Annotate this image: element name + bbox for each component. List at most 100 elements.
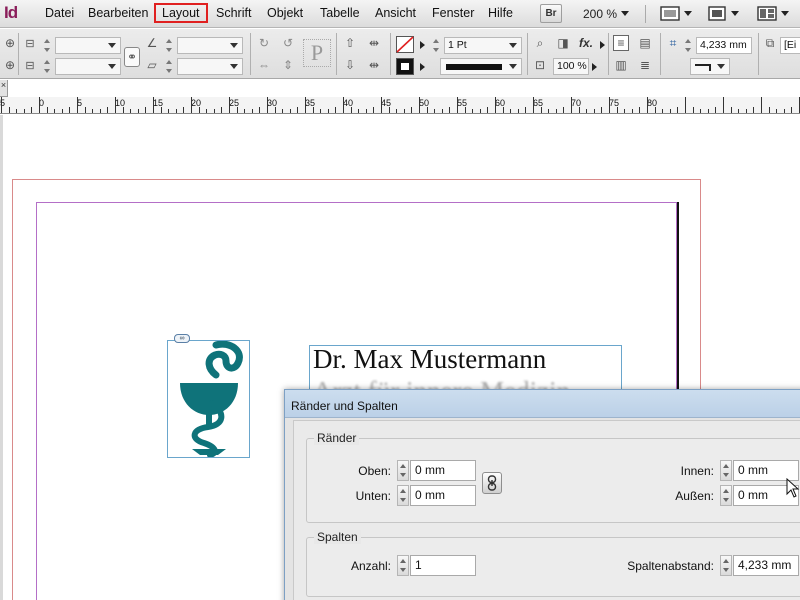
logo-image-frame[interactable] — [167, 340, 250, 458]
top-margin-stepper[interactable] — [397, 460, 409, 481]
bridge-button[interactable]: Br — [540, 4, 562, 23]
align-center-icon[interactable]: ▥ — [613, 57, 629, 73]
ruler-tick — [335, 107, 337, 113]
column-gutter-icon: ⌗ — [669, 35, 677, 50]
ruler-tick — [259, 107, 261, 113]
bottom-margin-field[interactable]: 0 mm — [410, 485, 476, 506]
column-gutter-field[interactable]: 4,233 mm — [733, 555, 799, 576]
select-content-icon[interactable]: ⇩ — [342, 57, 358, 73]
rotate-ccw-icon[interactable]: ↺ — [280, 35, 296, 51]
ruler-tick — [130, 109, 132, 113]
chevron-right-icon[interactable] — [600, 41, 605, 49]
inside-margin-stepper[interactable] — [720, 460, 732, 481]
menu-fenster[interactable]: Fenster — [432, 6, 474, 20]
ruler-tick — [274, 107, 276, 113]
menu-tabelle[interactable]: Tabelle — [320, 6, 360, 20]
reference-point-icon[interactable]: ⊕ — [2, 35, 18, 51]
corner-shape-dropdown[interactable] — [690, 58, 730, 75]
ruler-tick — [783, 109, 785, 113]
text-wrap-none-icon[interactable]: ≡ — [613, 35, 629, 51]
drop-shadow-icon[interactable]: ◨ — [555, 35, 571, 51]
arrange-documents-dropdown[interactable] — [757, 4, 789, 23]
shear-stepper[interactable] — [165, 58, 174, 75]
constrain-proportions-icon[interactable]: ⚭ — [124, 47, 140, 67]
ruler-tick — [191, 97, 192, 113]
menu-schrift[interactable]: Schrift — [216, 6, 251, 20]
align-distribute-icon[interactable]: ≣ — [637, 57, 653, 73]
chevron-right-icon[interactable] — [592, 63, 597, 71]
shear-angle-field[interactable] — [177, 58, 243, 75]
ruler-tick — [168, 109, 170, 113]
rotate-angle-field[interactable] — [177, 37, 243, 54]
chevron-right-icon[interactable] — [420, 63, 425, 71]
menu-bearbeiten[interactable]: Bearbeiten — [88, 6, 148, 20]
ruler-tick — [540, 107, 542, 113]
ruler-tick — [122, 107, 124, 113]
rotate-cw-icon[interactable]: ↻ — [256, 35, 272, 51]
zoom-dropdown[interactable]: 200 % — [583, 4, 630, 23]
column-gutter-value: 4,233 mm — [738, 558, 792, 572]
reference-point-icon[interactable]: ⊕ — [2, 57, 18, 73]
ruler-tick — [99, 109, 101, 113]
screen-mode-dropdown[interactable] — [707, 4, 739, 23]
linked-frame-icon[interactable]: ∞ — [174, 334, 190, 343]
menu-hilfe[interactable]: Hilfe — [488, 6, 513, 20]
effects-fx-icon[interactable]: fx. — [578, 35, 594, 51]
menu-ansicht[interactable]: Ansicht — [375, 6, 416, 20]
fill-none-swatch-icon[interactable] — [396, 36, 414, 53]
bottom-margin-label: Unten: — [355, 489, 391, 503]
flip-vertical-icon[interactable]: ⇕ — [280, 57, 296, 73]
menu-datei[interactable]: Datei — [45, 6, 74, 20]
select-previous-icon[interactable]: ⇹ — [366, 35, 382, 51]
outside-margin-stepper[interactable] — [720, 485, 732, 506]
width-stepper[interactable] — [43, 37, 52, 54]
stroke-weight-stepper[interactable] — [432, 37, 441, 54]
opacity-field[interactable]: 100 % — [553, 58, 589, 75]
height-field[interactable] — [55, 58, 121, 75]
column-count-field[interactable]: 1 — [410, 555, 476, 576]
link-margins-button[interactable] — [482, 472, 502, 494]
ruler-corner[interactable]: × — [0, 80, 8, 97]
flip-horizontal-icon[interactable]: ⇔ — [256, 57, 272, 73]
select-next-icon[interactable]: ⇹ — [366, 57, 382, 73]
ruler-tick — [457, 97, 458, 113]
ruler-tick — [46, 107, 48, 113]
ruler-tick — [115, 97, 116, 113]
select-container-icon[interactable]: ⇧ — [342, 35, 358, 51]
ruler-tick — [548, 109, 550, 113]
opacity-icon: ⊡ — [534, 58, 546, 72]
view-options-dropdown[interactable] — [660, 4, 692, 23]
zoom-frame-icon[interactable]: ⌕ — [532, 35, 548, 51]
ruler-tick — [495, 97, 496, 113]
column-gutter-stepper[interactable] — [720, 555, 732, 576]
dialog-titlebar[interactable]: Ränder und Spalten — [285, 390, 800, 418]
stroke-weight-field[interactable]: 1 Pt — [444, 37, 522, 54]
top-margin-field[interactable]: 0 mm — [410, 460, 476, 481]
ruler-tick — [107, 107, 109, 113]
control-panel: ⊕ ⊕ ⊟ ⊟ ⚭ ∠ ▱ ↻ ↺ ⇔ ⇕ P ⇧ ⇩ ⇹ ⇹ 1 Pt ⌕ ◨… — [0, 29, 800, 79]
width-field[interactable] — [55, 37, 121, 54]
horizontal-ruler[interactable]: 5 0 5 10 15 20 25 30 35 40 45 50 55 60 6… — [0, 97, 800, 114]
column-count-value: 1 — [415, 558, 422, 572]
chevron-right-icon[interactable] — [420, 41, 425, 49]
offset-stepper[interactable] — [684, 37, 693, 54]
ruler-tick — [388, 107, 390, 113]
ruler-tick — [244, 109, 246, 113]
screen-mode-icon — [708, 6, 726, 21]
rotate-stepper[interactable] — [165, 37, 174, 54]
column-count-stepper[interactable] — [397, 555, 409, 576]
offset-field[interactable]: 4,233 mm — [696, 37, 752, 54]
ruler-tick — [563, 107, 565, 113]
stroke-type-dropdown[interactable] — [440, 58, 522, 75]
stroke-swatch-icon[interactable] — [396, 58, 414, 75]
menu-bar: Id Datei Bearbeiten Layout Schrift Objek… — [0, 0, 800, 28]
ruler-tick — [145, 107, 147, 113]
top-margin-value: 0 mm — [415, 463, 445, 477]
bowl-of-hygieia-logo-icon — [180, 340, 243, 458]
top-margin-label: Oben: — [358, 464, 391, 478]
text-wrap-bbox-icon[interactable]: ▤ — [637, 35, 653, 51]
bottom-margin-stepper[interactable] — [397, 485, 409, 506]
height-stepper[interactable] — [43, 58, 52, 75]
object-style-field[interactable]: [Ei — [780, 37, 800, 54]
menu-objekt[interactable]: Objekt — [267, 6, 303, 20]
